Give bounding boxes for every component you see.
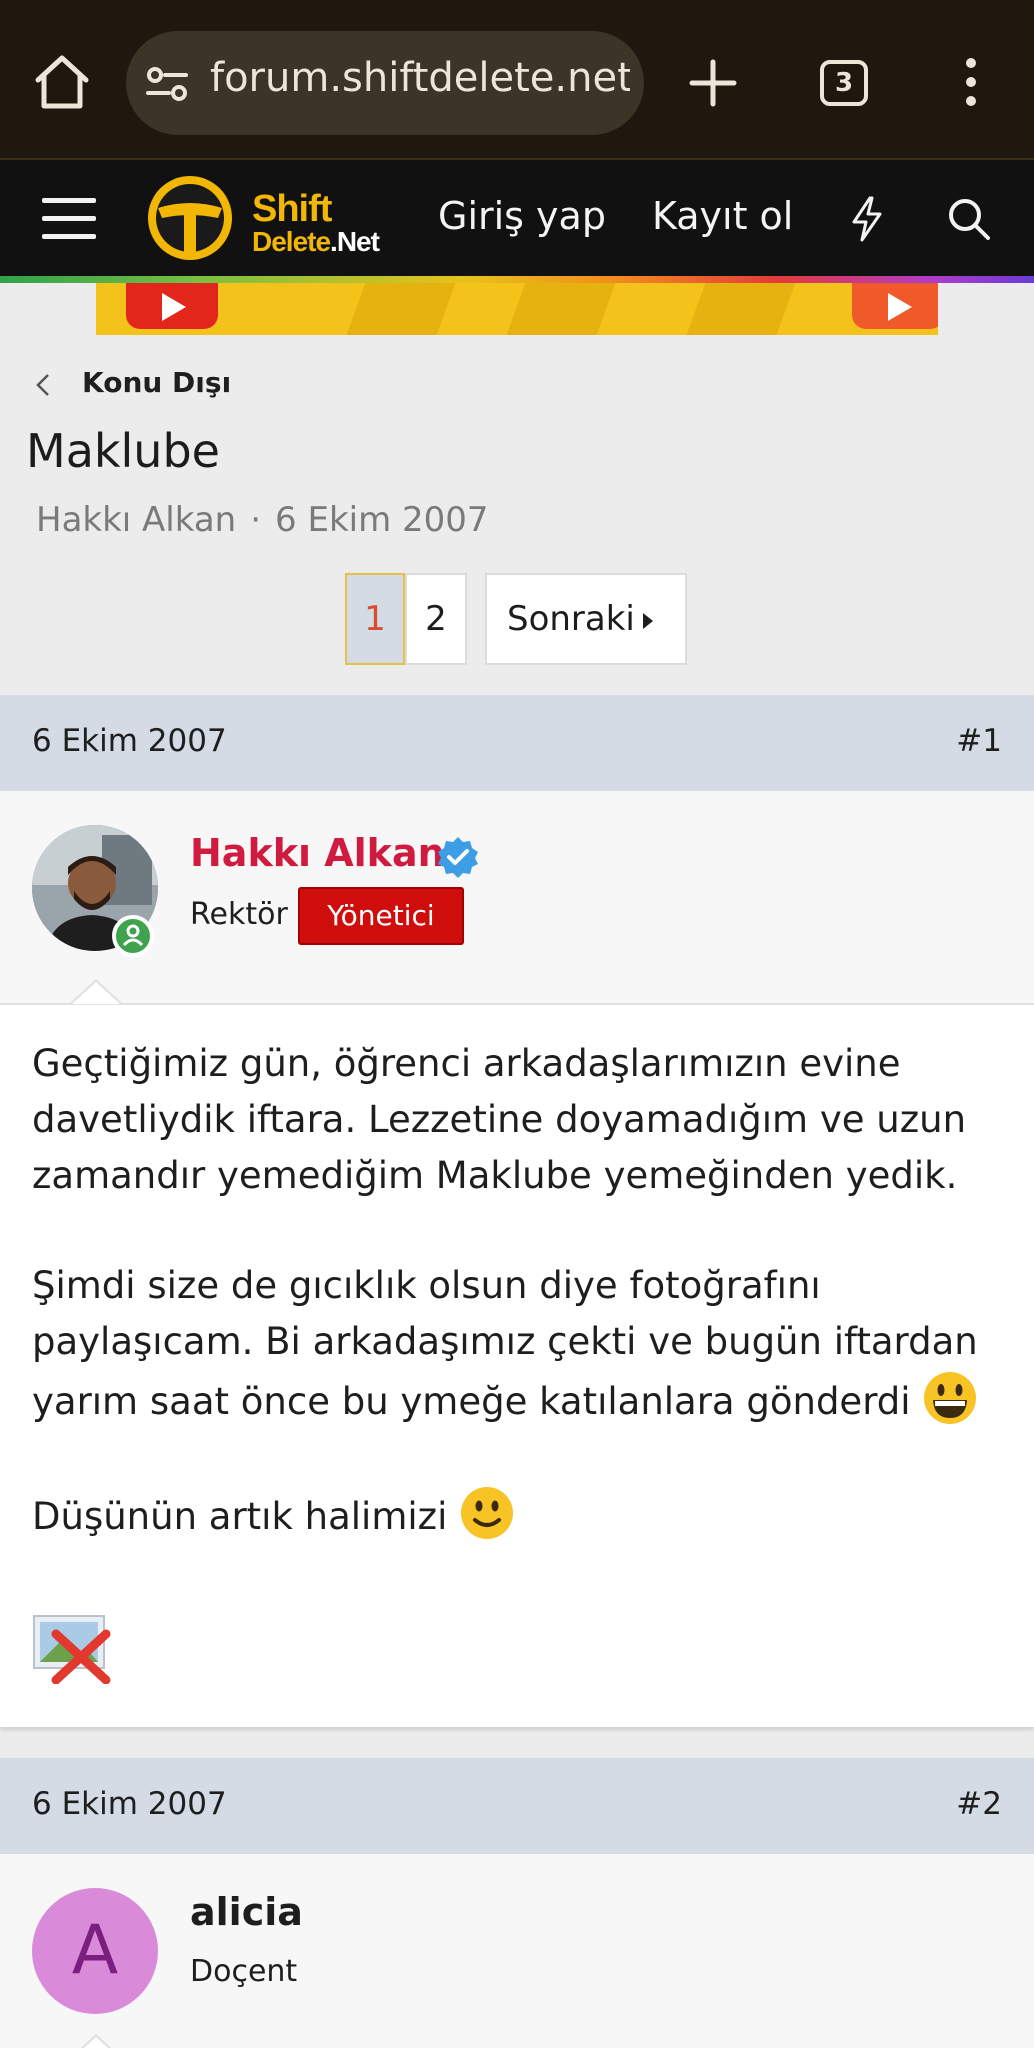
home-icon[interactable] [30,50,94,114]
play-icon [126,283,218,329]
caret-right-icon [643,613,653,629]
ad-banner[interactable] [96,283,938,335]
username[interactable]: alicia [190,1890,303,1934]
next-page-button[interactable]: Sonraki [485,573,687,665]
post-paragraph: Şimdi size de gıcıklık olsun diye fotoğr… [32,1258,1012,1430]
address-bar[interactable]: forum.shiftdelete.net/ [126,31,644,135]
post-date[interactable]: 6 Ekim 2007 [32,723,227,759]
broken-image-icon[interactable] [32,1610,116,1684]
avatar[interactable]: A [32,1888,158,2014]
page-2-button[interactable]: 2 [405,573,467,665]
user-title: Doçent [190,1954,298,1989]
online-status-icon [112,915,154,957]
header-accent-bar [0,276,1034,283]
role-badge: Yönetici [298,887,464,945]
next-page-label: Sonraki [507,599,635,639]
smile-emoji-icon [461,1487,514,1539]
browser-toolbar: forum.shiftdelete.net/ 3 [0,0,1034,158]
thread-author[interactable]: Hakkı Alkan [36,500,236,540]
username[interactable]: Hakkı Alkan [190,831,445,875]
user-title: Rektör [190,897,288,932]
logo-emblem-icon [148,176,232,260]
search-icon[interactable] [946,196,992,242]
post-paragraph-text: Düşünün artık halimizi [32,1495,448,1538]
register-link[interactable]: Kayıt ol [652,194,793,238]
tabs-icon[interactable]: 3 [820,60,868,106]
thread-date[interactable]: 6 Ekim 2007 [275,500,489,540]
play-icon [852,283,938,329]
page-title: Maklube [26,424,220,478]
post-paragraph: Düşünün artık halimizi [32,1485,1012,1545]
site-settings-icon[interactable] [146,67,188,101]
post-date[interactable]: 6 Ekim 2007 [32,1786,227,1822]
meta-separator: · [250,500,262,540]
post-pointer-fill [72,2037,120,2048]
verified-badge-icon [438,837,478,878]
site-logo[interactable]: Shift Delete.Net [140,168,410,268]
logo-text-delete: Delete.Net [252,226,380,257]
overflow-menu-icon[interactable] [958,57,984,107]
post-paragraph-text: Şimdi size de gıcıklık olsun diye fotoğr… [32,1264,978,1423]
post-user-block: Hakkı Alkan Rektör Yönetici [0,791,1034,1003]
breadcrumb-label[interactable]: Konu Dışı [82,366,231,399]
lightning-icon[interactable] [848,196,886,242]
chevron-left-icon [36,374,49,396]
site-header: Shift Delete.Net Giriş yap Kayıt ol [0,158,1034,276]
post-permalink[interactable]: #2 [956,1786,1002,1822]
post-header: 6 Ekim 2007 #1 [0,695,1034,791]
post-pointer-fill [72,982,120,1004]
grinning-emoji-icon [924,1372,977,1424]
post-user-block: A alicia Doçent [0,1854,1034,2048]
post-header: 6 Ekim 2007 #2 [0,1758,1034,1854]
login-link[interactable]: Giriş yap [438,194,606,238]
hamburger-icon[interactable] [42,198,96,242]
new-tab-icon[interactable] [688,58,738,108]
url-text[interactable]: forum.shiftdelete.net/ [210,55,630,101]
post-paragraph: Geçtiğimiz gün, öğrenci arkadaşlarımızın… [32,1042,967,1197]
logo-text-shift: Shift [252,188,332,230]
thread-meta: Hakkı Alkan · 6 Ekim 2007 [36,500,489,540]
post-permalink[interactable]: #1 [956,723,1002,759]
page-1-button[interactable]: 1 [345,573,405,665]
